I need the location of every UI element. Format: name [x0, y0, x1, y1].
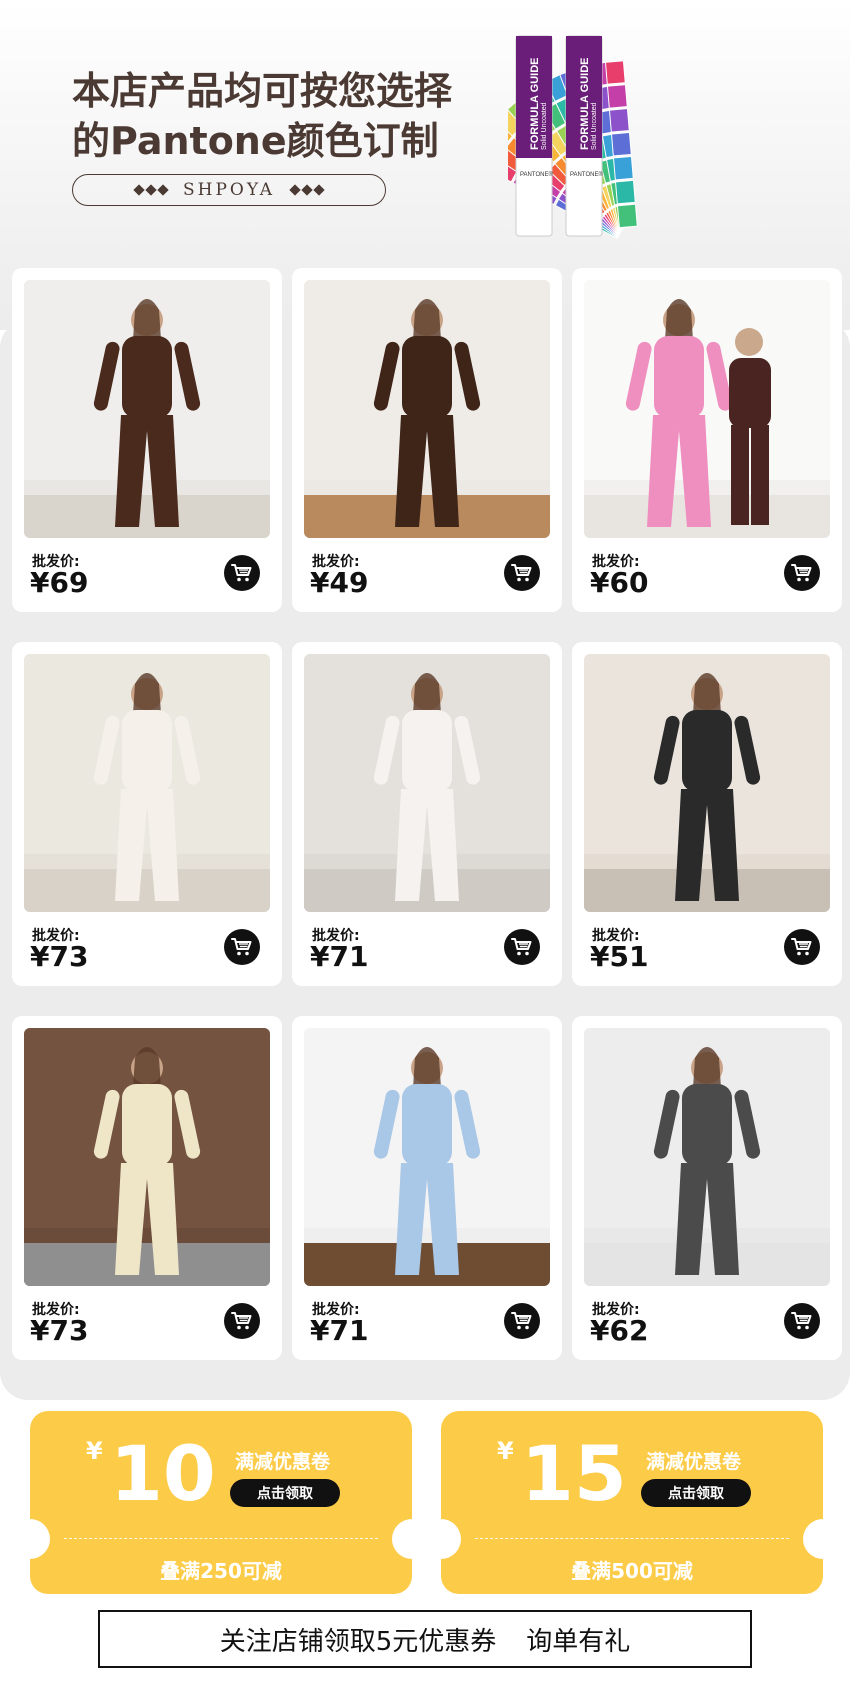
follow-store-banner[interactable]: 关注店铺领取5元优惠券 询单有礼 [98, 1610, 752, 1668]
product-card[interactable]: 批发价: ¥73 [12, 642, 282, 986]
add-to-cart-button[interactable] [504, 1303, 540, 1339]
diamond-icon [133, 184, 169, 196]
product-card[interactable]: 批发价: ¥51 [572, 642, 842, 986]
product-card[interactable]: 批发价: ¥62 [572, 1016, 842, 1360]
product-photo[interactable] [304, 280, 550, 538]
product-card[interactable]: 批发价: ¥71 [292, 1016, 562, 1360]
swatch-book-title: FORMULA GUIDE [579, 58, 591, 150]
product-photo[interactable] [24, 280, 270, 538]
add-to-cart-button[interactable] [784, 1303, 820, 1339]
brand-name: SHPOYA [182, 180, 276, 200]
swatch-book-subtitle: Solid Uncoated [591, 102, 598, 150]
headline-line-2: 的Pantone颜色订制 [72, 119, 439, 163]
product-price: ¥71 [310, 940, 369, 973]
cart-icon [231, 1312, 252, 1330]
coupon-currency: ¥ [497, 1437, 514, 1465]
claim-coupon-button[interactable]: 点击领取 [641, 1479, 751, 1507]
add-to-cart-button[interactable] [224, 1303, 260, 1339]
inquiry-gift-text: 询单有礼 [526, 1626, 631, 1657]
product-price: ¥62 [590, 1314, 649, 1347]
swatch-book-subtitle: Solid Uncoated [541, 102, 548, 150]
product-card[interactable]: 批发价: ¥49 [292, 268, 562, 612]
coupon-type: 满减优惠卷 [646, 1451, 742, 1473]
coupon-currency: ¥ [86, 1437, 103, 1465]
pantone-swatch-fan: FORMULA GUIDE Solid Uncoated PANTONE® FO… [508, 35, 638, 239]
product-photo[interactable] [24, 654, 270, 912]
swatch-book-label: PANTONE® [520, 171, 553, 178]
cart-icon [511, 564, 532, 582]
product-page: 本店产品均可按您选择 的Pantone颜色订制 SHPOYA FORMULA G… [0, 0, 850, 1700]
cart-icon [511, 938, 532, 956]
product-photo[interactable] [584, 280, 830, 538]
cart-icon [231, 938, 252, 956]
product-price: ¥51 [590, 940, 649, 973]
product-photo[interactable] [304, 1028, 550, 1286]
product-price: ¥69 [30, 566, 89, 599]
headline: 本店产品均可按您选择 的Pantone颜色订制 [72, 66, 492, 166]
cart-icon [511, 1312, 532, 1330]
coupon-type: 满减优惠卷 [235, 1451, 331, 1473]
coupon-condition: 叠满250可减 [160, 1559, 282, 1583]
add-to-cart-button[interactable] [224, 555, 260, 591]
product-price: ¥49 [310, 566, 369, 599]
product-price: ¥71 [310, 1314, 369, 1347]
coupon-condition: 叠满500可减 [571, 1559, 693, 1583]
add-to-cart-button[interactable] [504, 555, 540, 591]
product-photo[interactable] [24, 1028, 270, 1286]
follow-store-text: 关注店铺领取5元优惠券 [219, 1626, 497, 1657]
product-card[interactable]: 批发价: ¥69 [12, 268, 282, 612]
product-photo[interactable] [584, 654, 830, 912]
add-to-cart-button[interactable] [784, 555, 820, 591]
product-price: ¥73 [30, 1314, 89, 1347]
headline-line-1: 本店产品均可按您选择 [72, 69, 453, 113]
product-card[interactable]: 批发价: ¥71 [292, 642, 562, 986]
product-price: ¥60 [590, 566, 649, 599]
swatch-book-label: PANTONE® [570, 171, 603, 178]
add-to-cart-button[interactable] [504, 929, 540, 965]
diamond-icon [289, 184, 325, 196]
claim-coupon-button[interactable]: 点击领取 [230, 1479, 340, 1507]
cart-icon [791, 564, 812, 582]
coupon-15[interactable]: ¥ 15 满减优惠卷 点击领取 叠满500可减 [421, 1411, 843, 1594]
coupon-10[interactable]: ¥ 10 满减优惠卷 点击领取 叠满250可减 [10, 1411, 432, 1594]
cart-icon [231, 564, 252, 582]
product-photo[interactable] [584, 1028, 830, 1286]
coupon-amount: 15 [521, 1429, 627, 1518]
product-photo[interactable] [304, 654, 550, 912]
add-to-cart-button[interactable] [224, 929, 260, 965]
cart-icon [791, 1312, 812, 1330]
brand-badge: SHPOYA [72, 174, 386, 206]
product-card[interactable]: 批发价: ¥60 [572, 268, 842, 612]
cart-icon [791, 938, 812, 956]
coupon-amount: 10 [110, 1429, 216, 1518]
add-to-cart-button[interactable] [784, 929, 820, 965]
product-price: ¥73 [30, 940, 89, 973]
swatch-book-title: FORMULA GUIDE [529, 58, 541, 150]
product-card[interactable]: 批发价: ¥73 [12, 1016, 282, 1360]
